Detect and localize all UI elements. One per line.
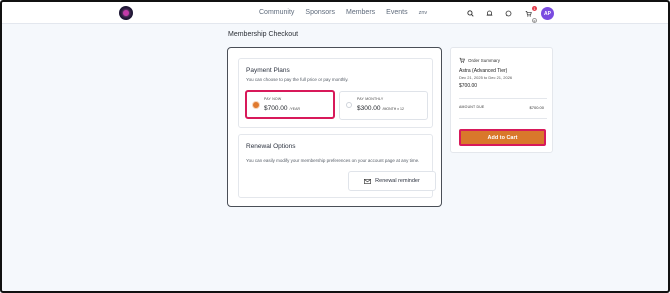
renewal-options-title: Renewal Options [246,143,296,150]
plan-option-pay-monthly[interactable]: PAY MONTHLY $300.00/MONTH x 12 [339,91,428,120]
payment-plans-subtitle: You can choose to pay the full price or … [246,77,349,82]
plan-label: PAY MONTHLY [357,97,384,101]
cart-count-badge: 0 [532,18,537,23]
radio-unselected-icon[interactable] [346,102,352,108]
payment-plans-section: Payment Plans You can choose to pay the … [238,58,433,128]
page-title: Membership Checkout [228,31,299,38]
order-summary-title: Order Summary [468,57,501,63]
divider [459,98,547,99]
order-item-name: Astra (Advanced Tier) [459,68,508,74]
plan-price: $300.00/MONTH x 12 [357,105,404,112]
amount-due-label: AMOUNT DUE [459,105,485,109]
search-icon[interactable] [464,7,476,19]
radio-selected-icon[interactable] [253,102,259,108]
add-to-cart-button[interactable]: Add to Cart [459,129,546,146]
renewal-options-section: Renewal Options You can easily modify yo… [238,134,436,198]
avatar[interactable]: AP [541,7,554,20]
amount-due-value: $700.00 [529,105,544,110]
mail-icon [364,178,372,184]
order-item-dates: Dec 21, 2025 to Dec 21, 2026 [459,75,513,80]
checkout-panel: Payment Plans You can choose to pay the … [227,47,442,207]
chat-icon[interactable] [502,7,514,19]
nav-link-sponsors[interactable]: Sponsors [305,8,335,18]
nav-link-znv[interactable]: znv [419,8,428,18]
renewal-reminder-label: Renewal reminder [375,178,420,184]
order-item-price: $700.00 [459,83,478,89]
nav-link-events[interactable]: Events [386,8,407,18]
notification-badge: 1 [532,6,537,11]
renewal-options-subtitle: You can easily modify your membership pr… [246,158,420,163]
plan-option-pay-now[interactable]: PAY NOW $700.00/YEAR [245,90,335,119]
renewal-reminder-button[interactable]: Renewal reminder [348,171,436,191]
nav-link-community[interactable]: Community [259,8,294,18]
order-summary-panel: Order Summary Astra (Advanced Tier) Dec … [450,47,553,153]
site-logo[interactable] [119,6,133,20]
nav-links: Community Sponsors Members Events znv [259,8,438,18]
divider [459,118,547,119]
payment-plans-title: Payment Plans [246,67,290,74]
order-summary-header: Order Summary [459,57,500,63]
top-nav: Community Sponsors Members Events znv 1 … [2,2,668,24]
plan-price: $700.00/YEAR [264,105,301,112]
cart-icon [459,57,465,63]
bell-icon[interactable] [483,7,495,19]
plan-label: PAY NOW [264,97,282,101]
nav-link-members[interactable]: Members [346,8,375,18]
